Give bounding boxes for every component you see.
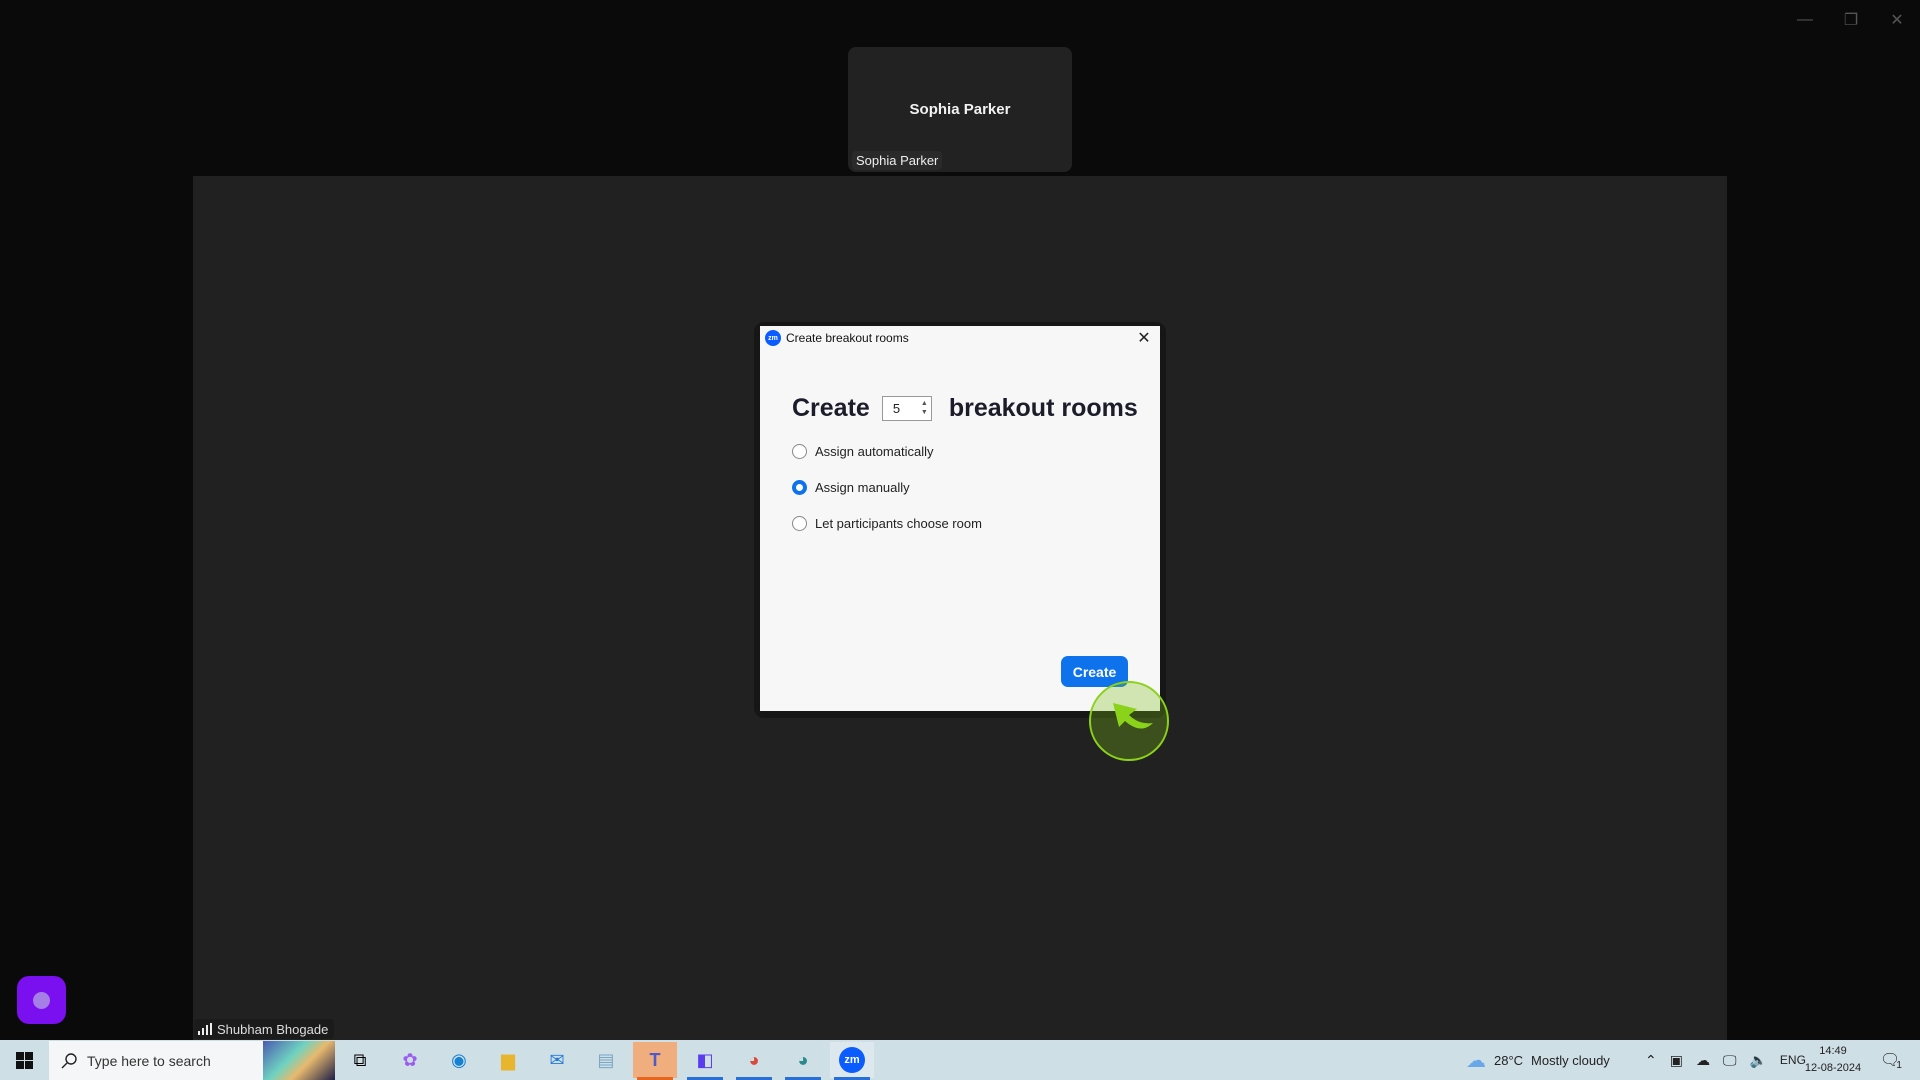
- main-participant-name-tag: Shubham Bhogade: [194, 1019, 335, 1039]
- floating-app-button[interactable]: [17, 976, 66, 1024]
- option-assign-automatically[interactable]: Assign automatically: [792, 444, 934, 459]
- files-app-icon: ◧: [696, 1049, 714, 1070]
- start-button[interactable]: [8, 1040, 40, 1080]
- chrome-icon: ◕: [748, 1049, 760, 1070]
- close-icon: ✕: [1890, 12, 1904, 29]
- zoom-button[interactable]: zm: [830, 1042, 874, 1080]
- increment-icon[interactable]: ▲: [921, 399, 928, 408]
- teams-button[interactable]: T: [633, 1042, 677, 1080]
- search-placeholder: Type here to search: [87, 1052, 211, 1069]
- taskbar-search[interactable]: Type here to search: [49, 1041, 335, 1080]
- participant-name: Sophia Parker: [909, 101, 1011, 118]
- time: 14:49: [1819, 1045, 1847, 1057]
- clock[interactable]: 14:49 12-08-2024: [1800, 1043, 1866, 1077]
- system-tray: ⌃ ▣ ☁ 🖵 🔈 ENG: [1645, 1040, 1806, 1080]
- cloud-sun-icon: ☁: [1466, 1049, 1486, 1072]
- option-label: Assign automatically: [815, 444, 934, 459]
- radio-button-selected[interactable]: [792, 480, 807, 495]
- copilot-icon: ✿: [402, 1049, 418, 1070]
- create-button[interactable]: Create: [1061, 656, 1128, 687]
- minimize-button[interactable]: —: [1785, 8, 1825, 32]
- volume-icon[interactable]: 🔈: [1749, 1052, 1766, 1069]
- edge-icon: ◉: [451, 1049, 467, 1070]
- search-icon: [61, 1052, 77, 1068]
- room-count-value: 5: [892, 401, 901, 416]
- stepper-arrows[interactable]: ▲ ▼: [921, 399, 928, 417]
- windows-icon: [15, 1051, 33, 1069]
- zoom-icon: zm: [839, 1047, 865, 1073]
- files-app-button[interactable]: ◧: [683, 1042, 727, 1080]
- restore-icon: ❐: [1843, 12, 1859, 29]
- notification-center-button[interactable]: 🗨 1: [1880, 1040, 1902, 1080]
- dialog-titlebar: zm Create breakout rooms: [765, 330, 909, 346]
- camera-icon[interactable]: ▣: [1670, 1052, 1683, 1069]
- create-breakout-rooms-dialog: zm Create breakout rooms ✕ Create 5 ▲ ▼ b…: [760, 326, 1160, 711]
- copilot-button[interactable]: ✿: [388, 1042, 432, 1078]
- room-count-stepper[interactable]: 5 ▲ ▼: [881, 396, 932, 421]
- explorer-button[interactable]: ▆: [486, 1042, 530, 1078]
- chrome-profile-icon: ◕: [797, 1049, 809, 1070]
- folder-icon: ▆: [501, 1049, 515, 1070]
- taskview-button[interactable]: ⧉: [338, 1042, 382, 1078]
- search-highlight-art: [263, 1041, 335, 1080]
- chevron-up-icon[interactable]: ⌃: [1645, 1052, 1657, 1069]
- option-let-participants-choose[interactable]: Let participants choose room: [792, 516, 982, 531]
- teams-icon: T: [649, 1049, 661, 1070]
- mail-icon: ✉: [549, 1049, 565, 1070]
- date: 12-08-2024: [1804, 1062, 1862, 1074]
- headline-prefix: Create: [792, 394, 870, 422]
- participant-thumbnail[interactable]: Sophia Parker Sophia Parker: [848, 47, 1072, 172]
- minimize-icon: —: [1797, 11, 1813, 28]
- network-icon[interactable]: 🖵: [1723, 1052, 1737, 1069]
- dialog-title: Create breakout rooms: [786, 331, 909, 345]
- weather-condition: Mostly cloudy: [1531, 1052, 1610, 1068]
- weather-widget[interactable]: ☁ 28°C Mostly cloudy: [1466, 1040, 1610, 1080]
- record-dot-icon: [33, 992, 50, 1009]
- taskview-icon: ⧉: [353, 1049, 367, 1070]
- signal-strength-icon: [198, 1023, 212, 1035]
- participant-name-tag: Sophia Parker: [852, 151, 943, 170]
- edge-button[interactable]: ◉: [437, 1042, 481, 1078]
- headline-suffix: breakout rooms: [948, 394, 1138, 422]
- taskbar: Type here to search ⧉ ✿ ◉ ▆ ✉ ▤ T ◧ ◕ ◕ …: [0, 1040, 1920, 1080]
- option-label: Assign manually: [815, 480, 910, 495]
- dialog-close-button[interactable]: ✕: [1134, 328, 1154, 348]
- mail-button[interactable]: ✉: [535, 1042, 579, 1078]
- close-icon: ✕: [1137, 330, 1151, 347]
- onedrive-icon[interactable]: ☁: [1696, 1052, 1710, 1069]
- decrement-icon[interactable]: ▼: [921, 408, 928, 417]
- radio-button[interactable]: [792, 444, 807, 459]
- chrome-profile-button[interactable]: ◕: [781, 1042, 825, 1080]
- radio-button[interactable]: [792, 516, 807, 531]
- notepad-icon: ▤: [597, 1049, 615, 1070]
- close-window-button[interactable]: ✕: [1877, 8, 1917, 32]
- notification-count: 1: [1896, 1059, 1902, 1071]
- option-assign-manually[interactable]: Assign manually: [792, 480, 910, 495]
- main-participant-name: Shubham Bhogade: [217, 1021, 329, 1037]
- notepad-button[interactable]: ▤: [584, 1042, 628, 1078]
- weather-temp: 28°C: [1494, 1052, 1524, 1068]
- option-label: Let participants choose room: [815, 516, 982, 531]
- restore-button[interactable]: ❐: [1831, 8, 1871, 32]
- zoom-logo-icon: zm: [765, 330, 781, 346]
- headline: Create 5 ▲ ▼ breakout rooms: [792, 394, 1138, 423]
- chrome-button[interactable]: ◕: [732, 1042, 776, 1080]
